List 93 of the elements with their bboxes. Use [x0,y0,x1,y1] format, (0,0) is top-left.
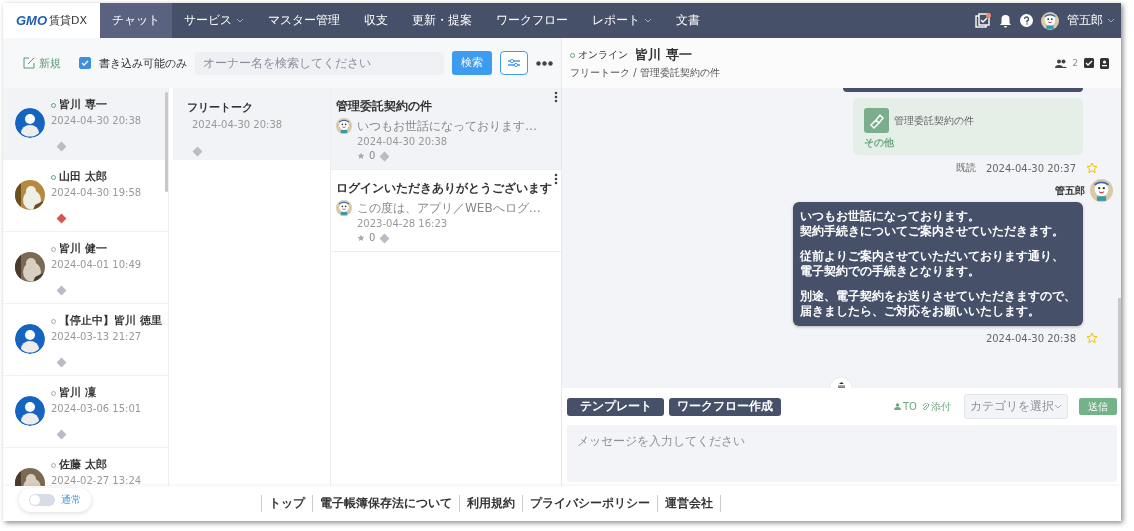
mode-toggle[interactable] [29,493,55,506]
nav-tab[interactable]: 収支 [352,3,400,38]
member-count: 2 [1072,57,1078,69]
thread-item[interactable]: フリートーク 2024-04-30 20:38 [173,88,330,160]
footer-link[interactable]: プライバシーポリシー [523,495,658,512]
message-time: 2024-04-30 20:37 [985,162,1076,174]
nav-tab[interactable]: マスター管理 [256,3,352,38]
contact-name: 皆川 凜 [59,386,96,400]
nav-tab[interactable]: サービス [172,3,256,38]
footer-link[interactable]: 運営会社 [658,495,721,512]
topic-preview: いつもお世話になっております… [357,118,537,135]
topic-item[interactable]: ログインいただきありがとうございます この度は、アプリ／WEBへログ… 2023-04-28 16:23 0 [331,170,561,252]
topic-time: 2023-04-28 16:23 [357,218,449,229]
topic-item[interactable]: 管理委託契約の件 いつもお世話になっております… 2024-04-30 20:38 0 [331,88,561,170]
star-icon[interactable] [1086,162,1098,174]
message-bubble: いつもお世話になっております。 契約手続きについてご案内させていただきます。 従前よりご案内させていただいております通り、 電子契約での手続きとなります。 別途、電子契約をお送りさせていただきますので、 届きましたら、ご対応をお願いいたします。 [793,202,1083,326]
star-icon [357,234,365,242]
nav-tab[interactable]: 文書 [664,3,712,38]
topic-title: 管理委託契約の件 [336,99,432,113]
contact-name: 山田 太郎 [59,170,107,184]
filter-button[interactable] [500,51,528,75]
checkbox-label: 書き込み可能のみ [99,55,187,71]
sliders-icon [507,57,521,69]
card-title: 管理委託契約の件 [894,113,974,128]
card-category: その他 [864,136,895,150]
contact-time: 2024-03-06 15:01 [51,403,142,414]
bell-icon[interactable] [999,13,1012,28]
contact-item[interactable]: 皆川 凜 2024-03-06 15:01 [3,376,168,448]
avatar-icon [15,396,45,426]
message-time: 2024-04-30 20:38 [985,332,1076,344]
star-count: 0 [369,232,376,244]
mascot-avatar-icon [336,200,352,216]
user-menu[interactable]: 管五郎 [1067,13,1115,28]
star-icon[interactable] [1086,332,1098,344]
contact-item[interactable]: 皆川 健一 2024-04-01 10:49 [3,232,168,304]
more-icon[interactable] [536,60,553,66]
topic-title: ログインいただきありがとうございます [336,181,552,195]
contact-item[interactable]: 皆川 専一 2024-04-30 20:38 [3,88,168,160]
help-icon[interactable] [1020,14,1033,27]
footer-link[interactable]: 電子帳簿保存法について [313,495,460,512]
mascot-avatar-icon [1041,11,1059,30]
star-count: 0 [369,150,376,162]
topic-time: 2024-04-30 20:38 [357,136,449,147]
footer-link[interactable]: 利用規約 [460,495,523,512]
contact-time: 2024-03-13 21:27 [51,331,143,342]
nav-tab[interactable]: チャット [100,3,172,38]
online-status: オンライン [578,48,628,62]
logo[interactable]: GMO賃貸DX [3,3,100,38]
footer-link[interactable]: トップ [262,495,313,512]
task-icon[interactable] [975,12,991,29]
message-field[interactable]: メッセージを入力してください [567,425,1117,482]
caret-icon [1107,18,1115,23]
thread-title: フリートーク [187,100,254,115]
contact-item[interactable]: 山田 太郎 2024-04-30 19:58 [3,160,168,232]
nav-tab[interactable]: レポート [580,3,664,38]
template-button[interactable]: テンプレート [567,397,664,416]
kebab-icon[interactable] [554,91,558,103]
tag-icon [192,146,203,157]
avatar-icon [15,324,45,354]
caret-icon [1054,404,1062,409]
contact-name: 【停止中】皆川 徳里 [59,314,162,328]
checkbox-icon[interactable] [1084,58,1094,68]
contact-time: 2024-04-30 20:38 [51,115,142,126]
search-field[interactable]: オーナー名を検索してください [195,51,444,75]
avatar-icon [15,108,45,138]
thread-time: 2024-04-30 20:38 [192,119,284,130]
contact-name: 佐藤 太郎 [59,458,107,472]
contact-time: 2024-04-30 19:58 [51,187,142,198]
chat-partner-name: 皆川 専一 [635,46,692,64]
contact-name: 皆川 専一 [59,98,107,112]
edit-icon [23,57,35,69]
nav-tab[interactable]: 更新・提案 [400,3,484,38]
mascot-avatar-icon [336,118,352,134]
person-icon [894,403,901,410]
read-status: 既読 [955,161,976,175]
workflow-button[interactable]: ワークフロー作成 [669,397,781,416]
contact-card-icon[interactable] [1100,57,1109,69]
contact-time: 2024-02-27 13:24 [51,475,142,486]
star-icon [357,152,365,160]
nav-tab[interactable]: ワークフロー [484,3,580,38]
contact-item[interactable]: 【停止中】皆川 徳里 2024-03-13 21:27 [3,304,168,376]
contact-time: 2024-04-01 10:49 [51,259,142,270]
contact-name: 皆川 健一 [59,242,107,256]
breadcrumb: フリートーク / 管理委託契約の件 [570,66,720,80]
mode-label: 通常 [61,492,81,507]
paperclip-icon [922,403,929,410]
kebab-icon[interactable] [554,173,558,185]
mascot-avatar-icon [1090,179,1113,202]
sender-name: 管五郎 [1055,183,1085,198]
members-icon[interactable] [1054,58,1067,68]
topic-preview: この度は、アプリ／WEBへログ… [357,200,541,217]
attachment-card[interactable]: 管理委託契約の件 その他 [853,98,1083,155]
checkbox[interactable] [79,57,91,69]
